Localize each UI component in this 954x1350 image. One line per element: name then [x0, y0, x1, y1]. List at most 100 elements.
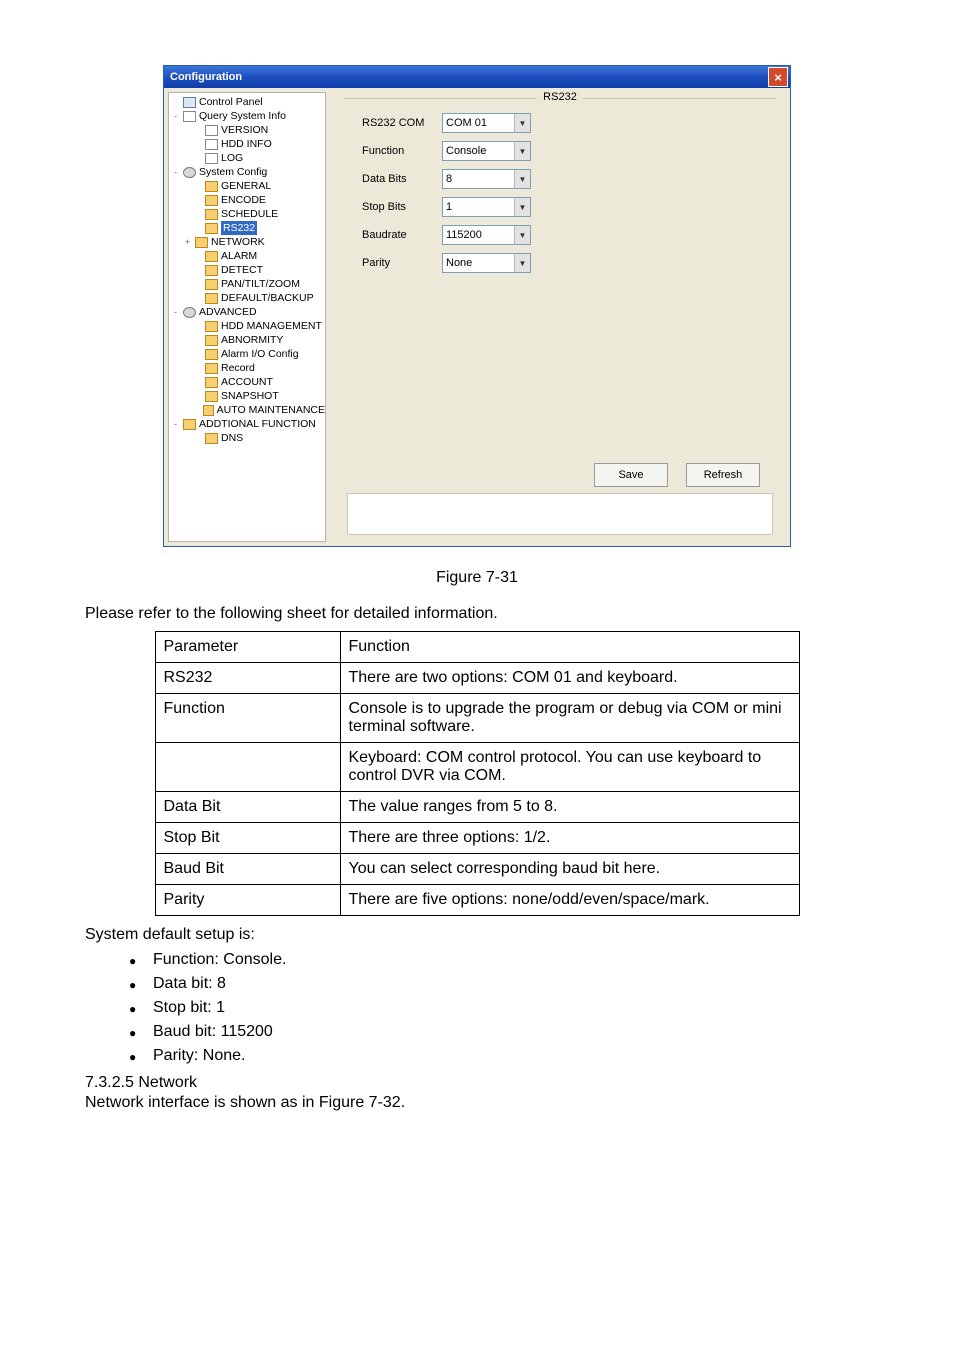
doc-icon — [205, 125, 218, 136]
tree-item-label: RS232 — [221, 221, 257, 235]
tree-item[interactable]: Control Panel — [169, 95, 325, 109]
field-select[interactable]: None ▼ — [442, 253, 531, 273]
field-select[interactable]: Console▼ — [442, 141, 531, 161]
tree-item[interactable]: DETECT — [169, 263, 325, 277]
close-icon[interactable]: × — [768, 67, 788, 87]
title-bar: Configuration × — [164, 66, 790, 88]
folder-icon — [205, 349, 218, 360]
cell-parameter: Stop Bit — [155, 823, 340, 854]
tree-item[interactable]: Record — [169, 361, 325, 375]
nav-tree[interactable]: Control Panel-Query System InfoVERSIONHD… — [168, 92, 326, 542]
tree-item-label: VERSION — [221, 123, 268, 137]
list-item: Parity: None. — [129, 1044, 869, 1068]
tree-item[interactable]: HDD MANAGEMENT — [169, 319, 325, 333]
field-select[interactable]: COM 01 ▼ — [442, 113, 531, 133]
defaults-lead: System default setup is: — [85, 926, 869, 944]
expander-icon[interactable]: - — [171, 305, 180, 319]
folder-icon — [205, 223, 218, 234]
tree-item-label: AUTO MAINTENANCE — [217, 403, 325, 417]
chevron-down-icon[interactable]: ▼ — [514, 114, 530, 132]
tree-item-label: PAN/TILT/ZOOM — [221, 277, 300, 291]
tree-item[interactable]: HDD INFO — [169, 137, 325, 151]
tree-item-label: System Config — [199, 165, 267, 179]
cell-parameter: Baud Bit — [155, 854, 340, 885]
expander-icon[interactable]: - — [171, 109, 180, 123]
lead-text: Please refer to the following sheet for … — [85, 605, 869, 623]
table-row: Stop BitThere are three options: 1/2. — [155, 823, 799, 854]
folder-icon — [205, 433, 218, 444]
figure-caption: Figure 7-31 — [85, 569, 869, 587]
tree-item[interactable]: DNS — [169, 431, 325, 445]
section-heading: 7.3.2.5 Network — [85, 1074, 869, 1092]
cell-function: You can select corresponding baud bit he… — [340, 854, 799, 885]
refresh-button[interactable]: Refresh — [686, 463, 760, 487]
col-function: Function — [340, 632, 799, 663]
save-button[interactable]: Save — [594, 463, 668, 487]
tree-item-label: DETECT — [221, 263, 263, 277]
tree-item[interactable]: -Query System Info — [169, 109, 325, 123]
tree-item[interactable]: VERSION — [169, 123, 325, 137]
field-label: Data Bits — [362, 173, 442, 185]
tree-item[interactable]: ABNORMITY — [169, 333, 325, 347]
tree-item[interactable]: -ADDTIONAL FUNCTION — [169, 417, 325, 431]
tree-item-label: ABNORMITY — [221, 333, 283, 347]
tree-item[interactable]: + NETWORK — [169, 235, 325, 249]
tree-item[interactable]: - System Config — [169, 165, 325, 179]
form-row: RS232 COMCOM 01▼ — [362, 113, 776, 133]
folder-icon — [205, 265, 218, 276]
field-label: Stop Bits — [362, 201, 442, 213]
field-value: COM 01 — [446, 117, 487, 129]
folder-icon — [205, 251, 218, 262]
tree-item[interactable]: SNAPSHOT — [169, 389, 325, 403]
expander-icon[interactable]: - — [171, 165, 180, 179]
form-row: ParityNone▼ — [362, 253, 776, 273]
tree-item-label: ALARM — [221, 249, 257, 263]
tree-item[interactable]: RS232 — [169, 221, 325, 235]
table-row: RS232There are two options: COM 01 and k… — [155, 663, 799, 694]
field-select[interactable]: 1▼ — [442, 197, 531, 217]
tree-item-label: ACCOUNT — [221, 375, 273, 389]
tree-item-label: ADVANCED — [199, 305, 257, 319]
table-row: Keyboard: COM control protocol. You can … — [155, 743, 799, 792]
form-row: Stop Bits1▼ — [362, 197, 776, 217]
chevron-down-icon[interactable]: ▼ — [514, 170, 530, 188]
tree-item[interactable]: GENERAL — [169, 179, 325, 193]
tree-item[interactable]: LOG — [169, 151, 325, 165]
field-label: Function — [362, 145, 442, 157]
chevron-down-icon[interactable]: ▼ — [514, 142, 530, 160]
table-row: Data BitThe value ranges from 5 to 8. — [155, 792, 799, 823]
tree-item[interactable]: Alarm I/O Config — [169, 347, 325, 361]
tree-item[interactable]: AUTO MAINTENANCE — [169, 403, 325, 417]
tree-item[interactable]: DEFAULT/BACKUP — [169, 291, 325, 305]
doc-icon — [205, 139, 218, 150]
tree-item[interactable]: ALARM — [169, 249, 325, 263]
defaults-list: Function: Console.Data bit: 8Stop bit: 1… — [129, 948, 869, 1068]
field-value: 8 — [446, 173, 452, 185]
tree-item[interactable]: ENCODE — [169, 193, 325, 207]
tree-item-label: SCHEDULE — [221, 207, 278, 221]
cell-function: The value ranges from 5 to 8. — [340, 792, 799, 823]
folder-icon — [203, 405, 214, 416]
tree-item[interactable]: PAN/TILT/ZOOM — [169, 277, 325, 291]
cell-function: Console is to upgrade the program or deb… — [340, 694, 799, 743]
folder-icon — [205, 209, 218, 220]
folder-icon — [205, 335, 218, 346]
col-parameter: Parameter — [155, 632, 340, 663]
doc-icon — [183, 111, 196, 122]
window-title: Configuration — [170, 71, 768, 83]
field-select[interactable]: 115200▼ — [442, 225, 531, 245]
field-select[interactable]: 8▼ — [442, 169, 531, 189]
chevron-down-icon[interactable]: ▼ — [514, 254, 530, 272]
tree-item[interactable]: - ADVANCED — [169, 305, 325, 319]
chevron-down-icon[interactable]: ▼ — [514, 226, 530, 244]
expander-icon[interactable]: - — [171, 417, 180, 431]
expander-icon[interactable]: + — [183, 235, 192, 249]
tree-item-label: DEFAULT/BACKUP — [221, 291, 314, 305]
tree-item-label: NETWORK — [211, 235, 265, 249]
chevron-down-icon[interactable]: ▼ — [514, 198, 530, 216]
field-value: None — [446, 257, 472, 269]
section-text: Network interface is shown as in Figure … — [85, 1094, 869, 1112]
tree-item[interactable]: SCHEDULE — [169, 207, 325, 221]
folder-icon — [195, 237, 208, 248]
tree-item[interactable]: ACCOUNT — [169, 375, 325, 389]
